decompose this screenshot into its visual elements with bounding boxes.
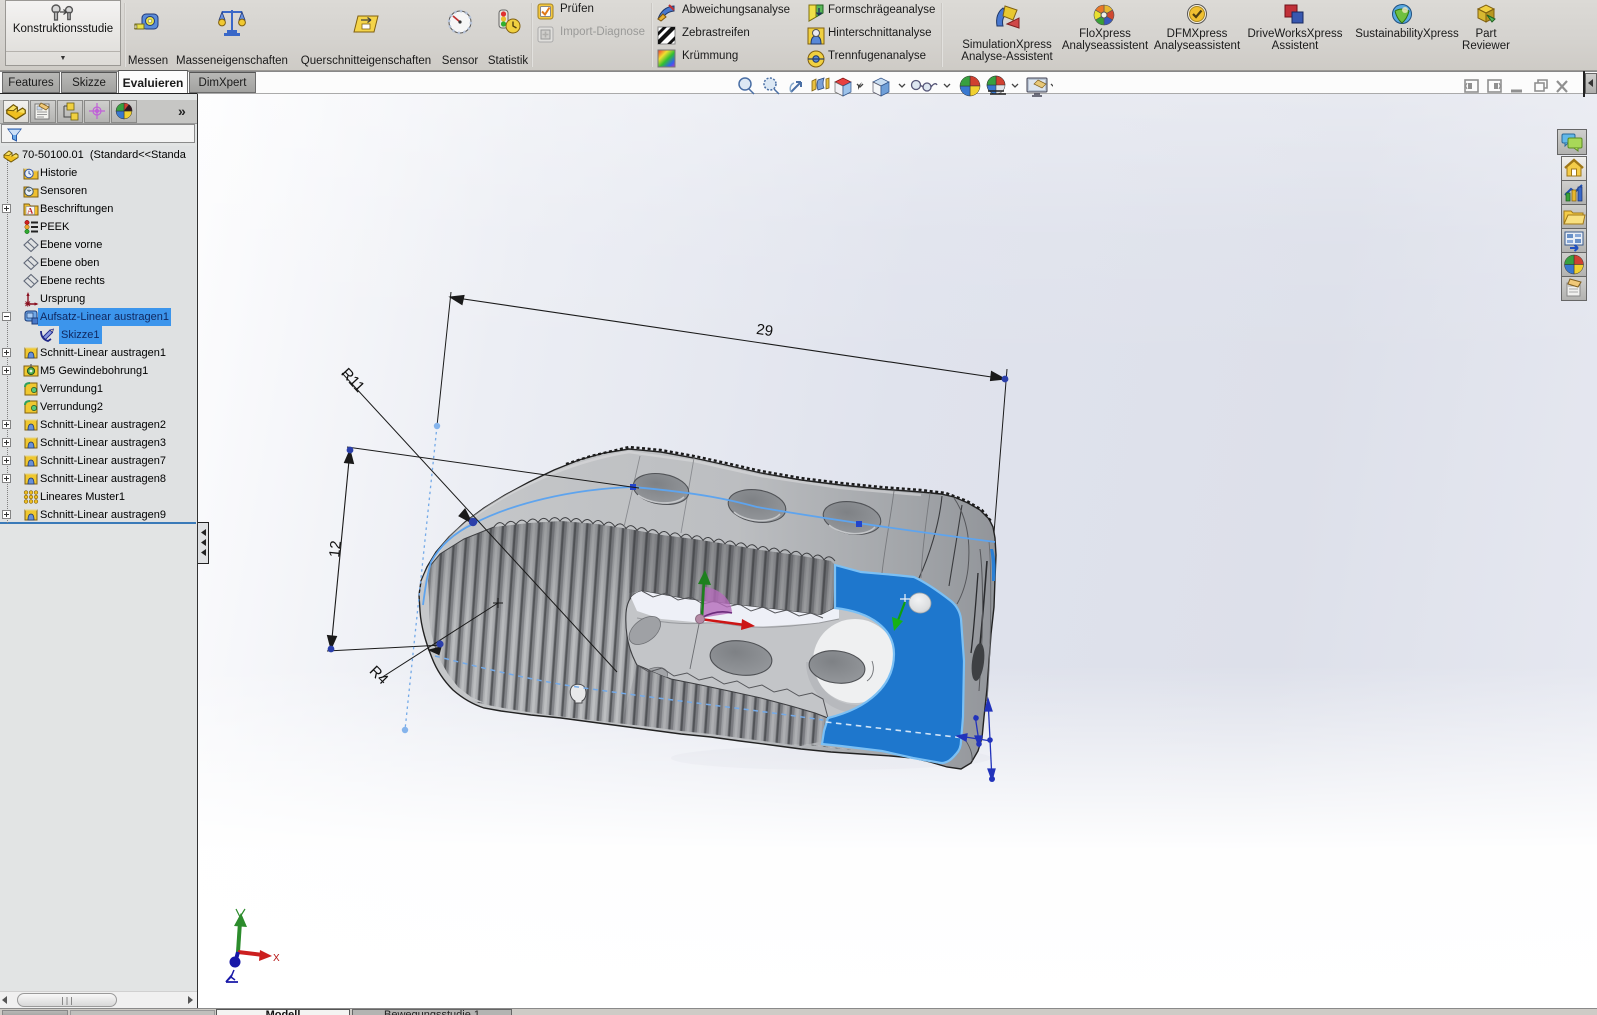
svg-text:R4: R4 (366, 663, 392, 689)
svg-text:X: X (273, 953, 280, 964)
svg-text:R11: R11 (337, 365, 367, 396)
svg-text:12: 12 (326, 540, 345, 558)
svg-text:29: 29 (755, 321, 774, 340)
